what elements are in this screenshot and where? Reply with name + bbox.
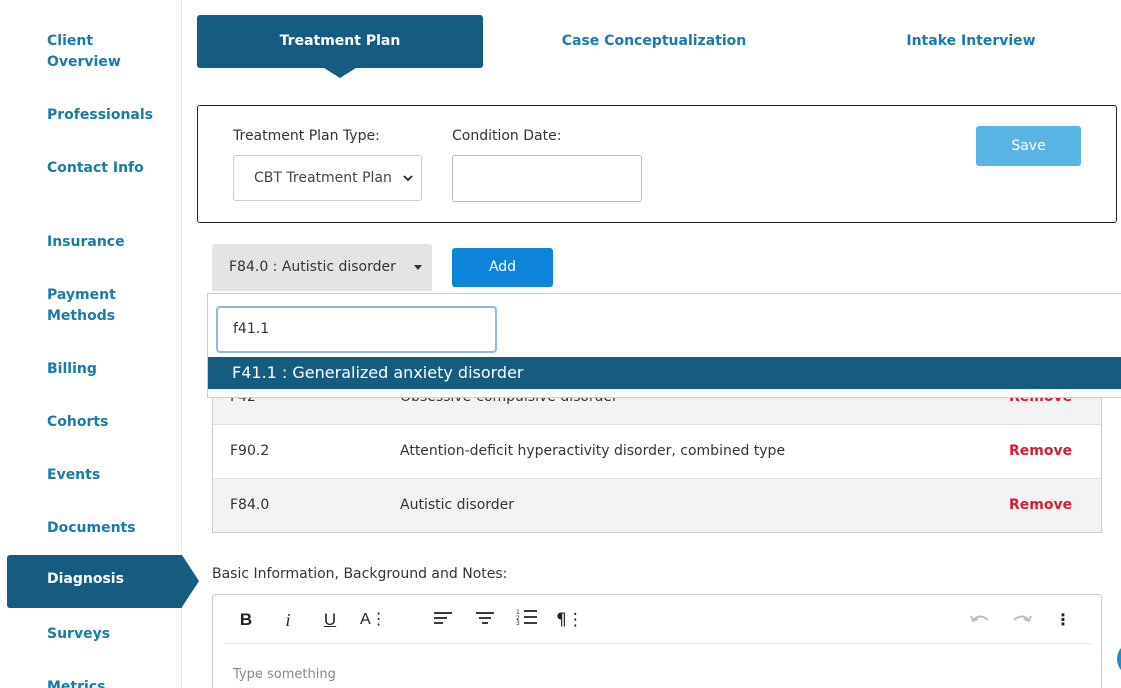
svg-text:3: 3 [516,620,520,625]
ordered-list-icon[interactable]: 123 [514,607,540,633]
add-diagnosis-button[interactable]: Add [452,248,553,287]
treatment-plan-form: Treatment Plan Type: CBT Treatment Plan … [197,105,1117,223]
paragraph-icon[interactable]: ¶⋮ [556,607,584,633]
redo-icon[interactable] [1009,607,1035,633]
chevron-down-icon [403,156,413,200]
italic-icon[interactable]: i [275,607,301,633]
table-row: F84.0 Autistic disorder Remove [213,479,1101,533]
app-root: Client Overview Professionals Contact In… [0,0,1121,688]
diagnosis-select[interactable]: F84.0 : Autistic disorder [212,244,432,291]
tab-intake-interview[interactable]: Intake Interview [845,15,1097,68]
remove-button[interactable]: Remove [1009,497,1101,513]
diagnosis-dropdown: f41.1 F41.1 : Generalized anxiety disord… [207,293,1121,398]
sidebar: Client Overview Professionals Contact In… [0,0,199,688]
condition-date-input[interactable] [452,155,642,202]
save-button[interactable]: Save [976,126,1081,166]
table-row: F90.2 Attention-deficit hyperactivity di… [213,425,1101,479]
font-size-icon[interactable]: A⋮ [360,607,387,633]
sidebar-item-surveys[interactable]: Surveys [47,624,167,645]
sidebar-item-diagnosis[interactable]: Diagnosis [7,555,199,608]
tab-treatment-plan[interactable]: Treatment Plan [197,15,483,78]
notes-editor: B i U A⋮ 123 ¶⋮ ⋮ Type something [212,594,1102,688]
plan-type-value: CBT Treatment Plan [254,170,392,186]
diagnosis-code: F90.2 [230,443,270,459]
sidebar-item-cohorts[interactable]: Cohorts [47,412,167,433]
remove-button[interactable]: Remove [1009,443,1101,459]
sidebar-item-metrics[interactable]: Metrics [47,677,167,688]
underline-icon[interactable]: U [317,607,343,633]
condition-date-label: Condition Date: [452,128,562,144]
sidebar-item-client-overview[interactable]: Client Overview [47,31,167,73]
caret-down-icon [414,265,422,270]
sidebar-item-contact-info[interactable]: Contact Info [47,158,167,179]
sidebar-item-billing[interactable]: Billing [47,359,167,380]
sidebar-item-label: Diagnosis [47,571,124,587]
diagnosis-option[interactable]: F41.1 : Generalized anxiety disorder [208,357,1121,389]
diagnosis-description: Attention-deficit hyperactivity disorder… [400,443,786,459]
sidebar-item-documents[interactable]: Documents [47,518,167,539]
diagnosis-select-value: F84.0 : Autistic disorder [229,259,396,275]
diagnosis-code: F84.0 [230,497,270,513]
plan-type-label: Treatment Plan Type: [233,128,380,144]
sidebar-item-professionals[interactable]: Professionals [47,105,167,126]
diagnosis-description: Autistic disorder [400,497,515,513]
notes-label: Basic Information, Background and Notes: [212,566,508,582]
diagnosis-search-input[interactable]: f41.1 [216,306,497,353]
help-button[interactable] [1117,642,1121,676]
sidebar-item-insurance[interactable]: Insurance [47,232,167,253]
editor-toolbar: B i U A⋮ 123 ¶⋮ ⋮ [213,595,1101,645]
sidebar-item-events[interactable]: Events [47,465,167,486]
plan-type-select[interactable]: CBT Treatment Plan [233,155,422,201]
undo-icon[interactable] [967,607,993,633]
more-icon[interactable]: ⋮ [1050,607,1076,633]
align-center-icon[interactable] [472,607,498,633]
sidebar-item-payment-methods[interactable]: Payment Methods [47,285,167,327]
tab-case-conceptualization[interactable]: Case Conceptualization [520,15,788,68]
align-left-icon[interactable] [430,607,456,633]
toolbar-divider [224,643,1091,644]
bold-icon[interactable]: B [233,607,259,633]
notes-placeholder[interactable]: Type something [233,667,336,682]
